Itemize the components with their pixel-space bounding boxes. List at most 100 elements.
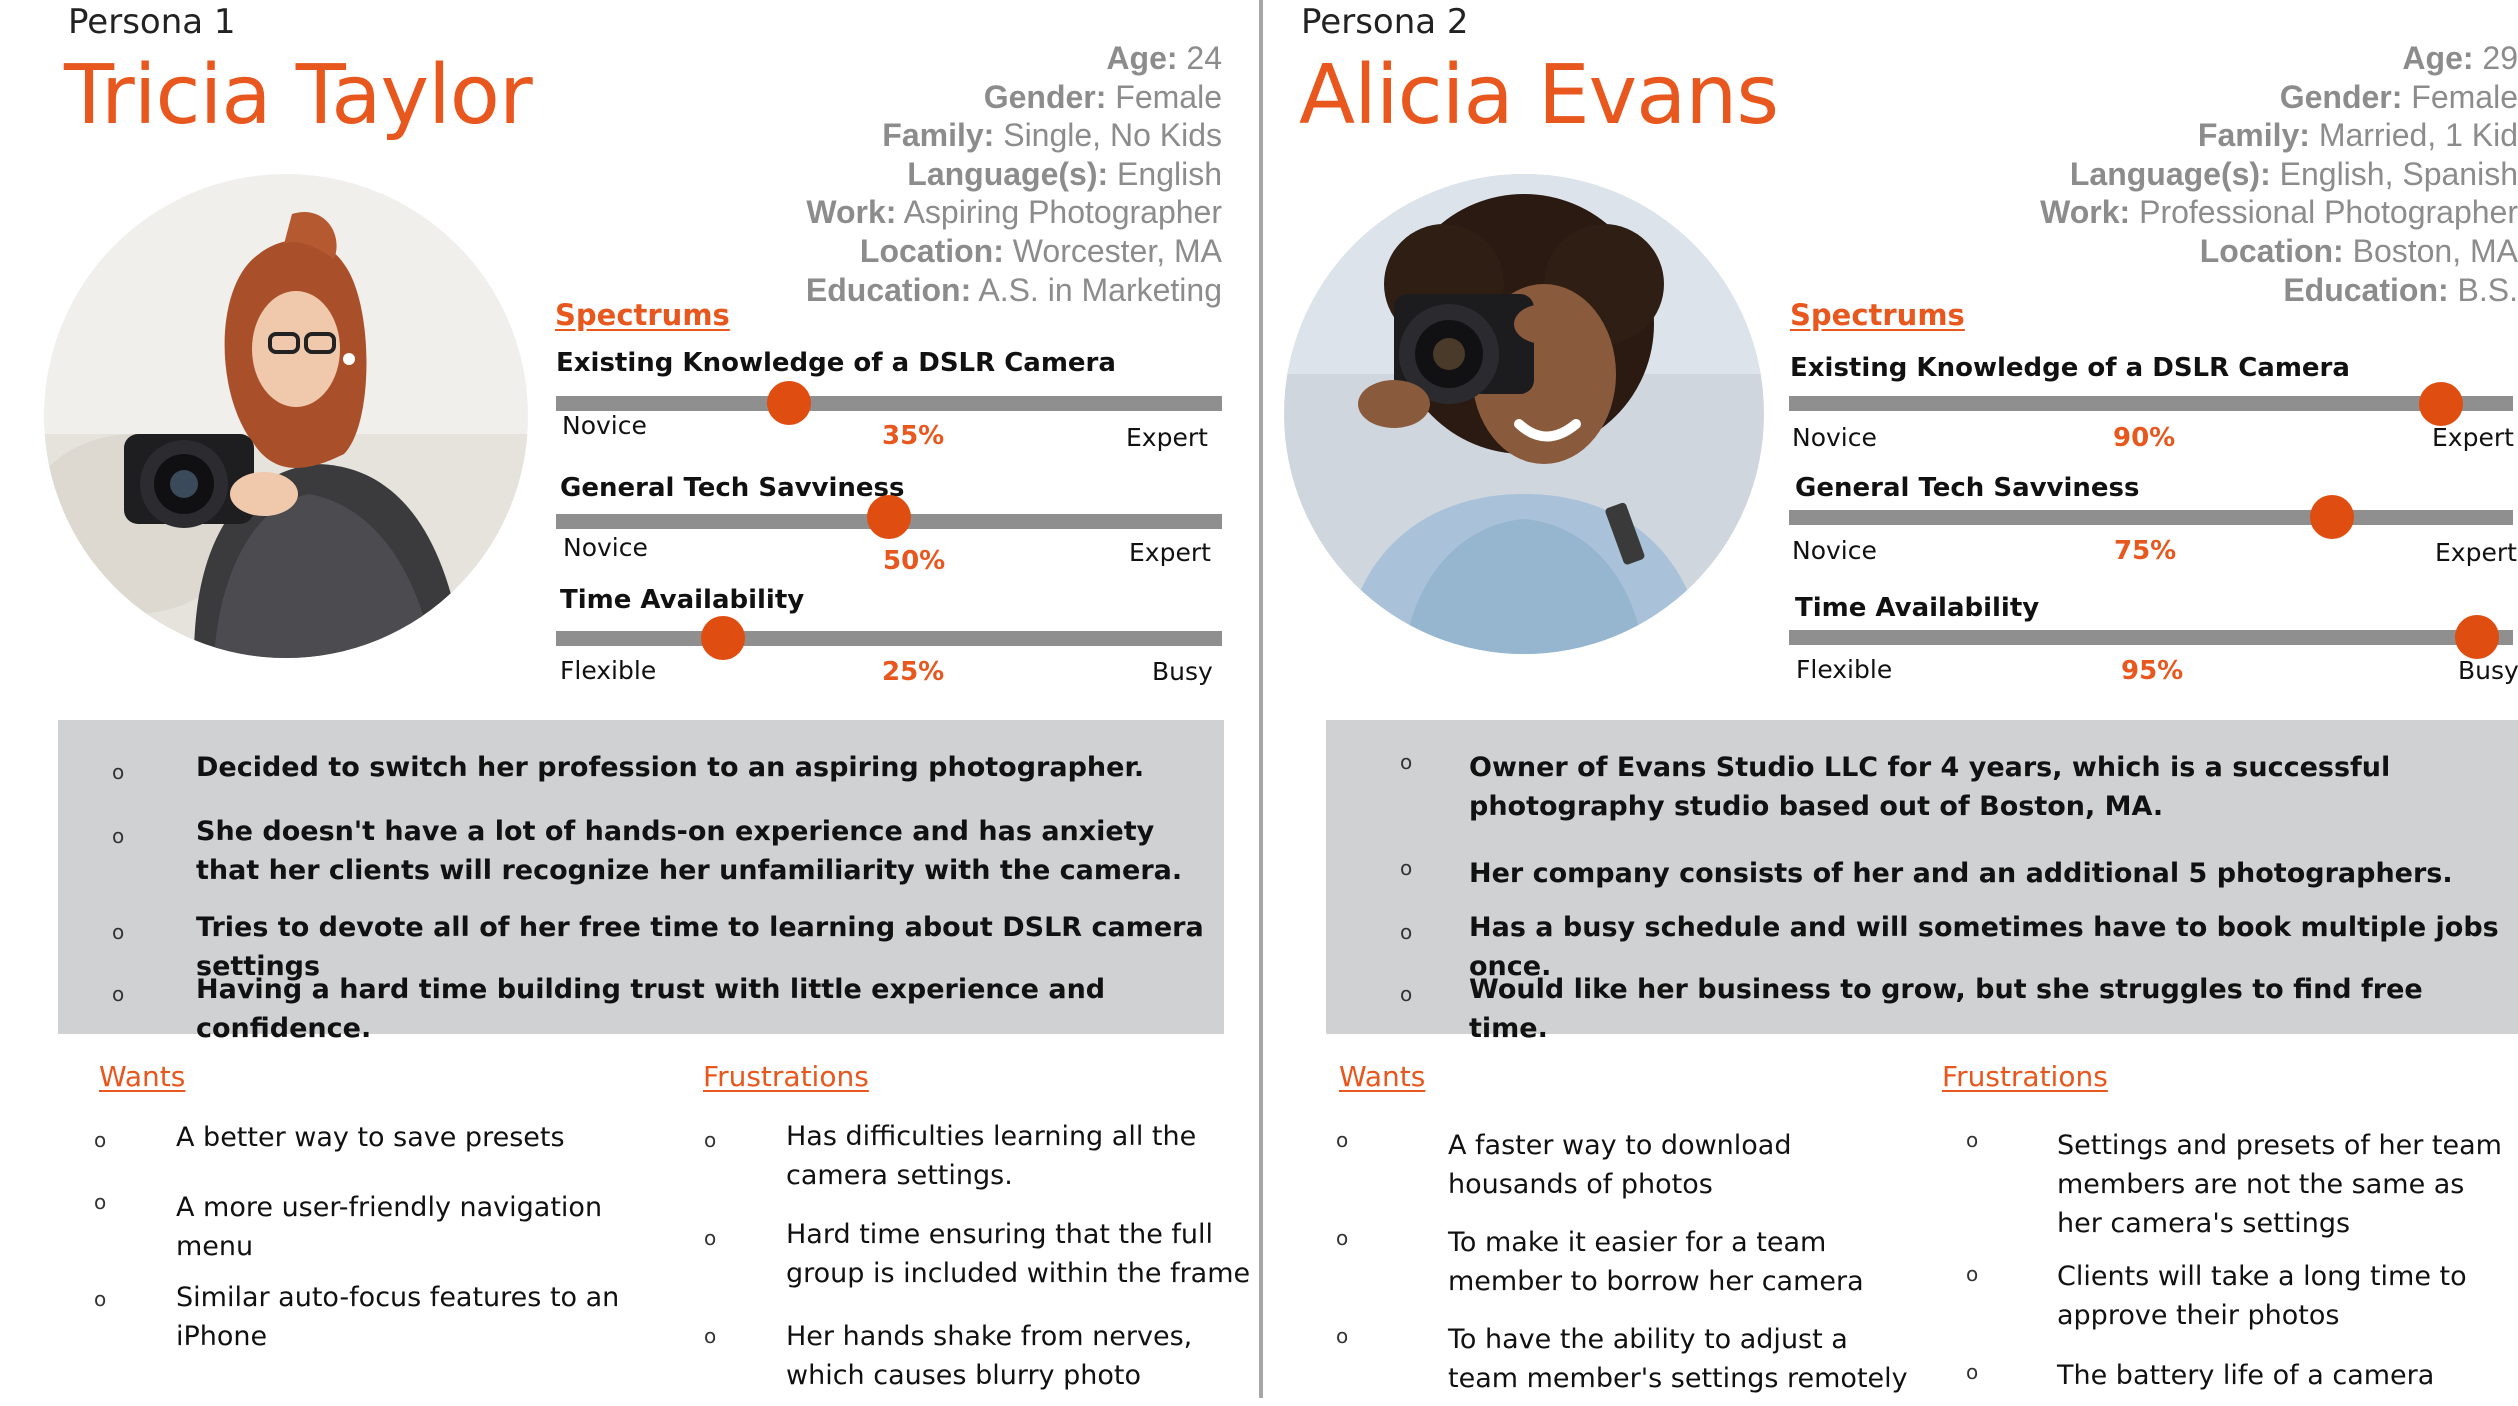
bullet-icon: o [112, 824, 125, 848]
bullet-icon: o [1336, 1128, 1349, 1152]
attr-language: Language(s): English, Spanish [2069, 155, 2518, 192]
want-item: A better way to save presets [176, 1122, 565, 1153]
spectrum-percent: 95% [2121, 656, 2184, 686]
spectrum-track [556, 631, 1222, 646]
frustration-item: Hard time ensuring that the full group i… [786, 1219, 1251, 1289]
frustrations-title: Frustrations [703, 1060, 869, 1093]
spectrum-percent: 50% [883, 546, 946, 576]
bullet-icon: o [1966, 1128, 1979, 1152]
bullet-icon: o [1400, 920, 1413, 944]
frustration-item: Clients will take a long time to approve… [2057, 1261, 2467, 1331]
bullet-icon: o [1966, 1262, 1979, 1286]
bullet-icon: o [112, 920, 125, 944]
wants-title: Wants [1339, 1060, 1426, 1093]
bullet-icon: o [704, 1226, 717, 1250]
spectrum-knob[interactable] [2454, 615, 2499, 659]
attr-language: Language(s): English [907, 155, 1222, 192]
attr-age: Age: 24 [1106, 40, 1222, 76]
spectrum-max-label: Expert [2435, 538, 2517, 567]
bullet-icon: o [112, 760, 125, 784]
spectrum-track [1789, 396, 2513, 411]
bio-item: Owner of Evans Studio LLC for 4 years, w… [1469, 752, 2391, 822]
bio-item: Decided to switch her profession to an a… [196, 752, 1145, 783]
spectrum-percent: 35% [882, 421, 945, 451]
bullet-icon: o [94, 1190, 107, 1214]
spectrum-label: Existing Knowledge of a DSLR Camera [1790, 353, 2350, 383]
bullet-icon: o [94, 1287, 107, 1311]
frustration-item: Her hands shake from nerves, which cause… [786, 1321, 1193, 1391]
spectrum-knob[interactable] [2310, 495, 2354, 539]
attr-family: Family: Married, 1 Kid [2197, 117, 2518, 154]
spectrum-max-label: Busy [1152, 657, 1213, 686]
spectrum-percent: 25% [882, 657, 945, 687]
spectrum-knob[interactable] [2418, 382, 2463, 426]
persona-card-2: Persona 2 Alicia Evans Age: 29 Gender: F… [1268, 0, 2518, 1406]
attr-work: Work: Professional Photographer [2040, 194, 2518, 231]
bullet-icon: o [1966, 1360, 1979, 1384]
spectrum-min-label: Flexible [1796, 655, 1893, 684]
persona-name: Tricia Taylor [64, 48, 533, 143]
persona-label: Persona 2 [1301, 2, 1469, 42]
spectrum-max-label: Expert [1129, 538, 1211, 567]
spectrum-min-label: Novice [563, 533, 648, 562]
attr-gender: Gender: Female [2279, 78, 2518, 115]
bullet-icon: o [112, 982, 125, 1006]
spectrum-knob[interactable] [767, 381, 812, 425]
bullet-icon: o [1336, 1226, 1349, 1250]
demographics: Age: 24 Gender: Female Family: Single, N… [522, 39, 1222, 309]
frustration-item: Settings and presets of her team members… [2057, 1130, 2502, 1239]
spectrum-percent: 75% [2114, 536, 2177, 566]
bio-panel: o Owner of Evans Studio LLC for 4 years,… [1326, 720, 2518, 1044]
bullet-icon: o [704, 1128, 717, 1152]
demographics: Age: 29 Gender: Female Family: Married, … [1758, 39, 2518, 309]
attr-location: Location: Boston, MA [2199, 232, 2518, 269]
spectrum-max-label: Expert [1126, 423, 1208, 452]
attr-family: Family: Single, No Kids [882, 117, 1222, 154]
spectrum-knob[interactable] [867, 495, 911, 539]
want-item: To make it easier for a team member to b… [1448, 1227, 1864, 1297]
spectrum-label: General Tech Savviness [560, 473, 905, 503]
persona-photo [1284, 174, 1764, 654]
bullet-icon: o [704, 1324, 717, 1348]
persona-card-1: Persona 1 Tricia Taylor Age: 24 Gender: … [0, 0, 1250, 1406]
bullet-icon: o [1400, 982, 1413, 1006]
bullet-icon: o [1336, 1324, 1349, 1348]
spectrum-max-label: Expert [2432, 423, 2514, 452]
want-item: Similar auto-focus features to an iPhone [176, 1282, 620, 1352]
spectrum-percent: 90% [2113, 423, 2176, 453]
frustrations-title: Frustrations [1942, 1060, 2108, 1093]
frustration-item: The battery life of a camera [2057, 1360, 2435, 1391]
bio-item: Her company consists of her and an addit… [1469, 858, 2453, 889]
bio-item: Would like her business to grow, but she… [1469, 974, 2423, 1044]
spectrum-label: Time Availability [1795, 593, 2040, 623]
photographer-illustration [44, 174, 528, 658]
persona-photo [44, 174, 528, 658]
attr-gender: Gender: Female [983, 78, 1222, 115]
bullet-icon: o [1400, 750, 1413, 774]
attr-location: Location: Worcester, MA [859, 232, 1222, 269]
spectrum-track [1789, 630, 2513, 645]
spectrum-min-label: Flexible [560, 656, 657, 685]
want-item: To have the ability to adjust a team mem… [1448, 1324, 1908, 1394]
bullet-icon: o [94, 1128, 107, 1152]
spectrum-track [556, 396, 1222, 411]
spectrum-min-label: Novice [562, 411, 647, 440]
spectrum-knob[interactable] [700, 616, 745, 660]
spectrum-label: Time Availability [560, 585, 805, 615]
bio-item: Having a hard time building trust with l… [196, 974, 1106, 1044]
persona-name: Alicia Evans [1299, 48, 1779, 143]
spectrum-max-label: Busy [2458, 656, 2518, 685]
attr-work: Work: Aspiring Photographer [806, 194, 1222, 231]
persona-divider [1259, 0, 1263, 1398]
photographer-illustration [1284, 174, 1764, 654]
persona-label: Persona 1 [68, 2, 236, 42]
spectrum-min-label: Novice [1792, 536, 1877, 565]
wants-title: Wants [99, 1060, 186, 1093]
spectrums-title: Spectrums [555, 298, 730, 332]
bullet-icon: o [1400, 856, 1413, 880]
spectrum-label: General Tech Savviness [1795, 473, 2140, 503]
bio-panel: o Decided to switch her profession to an… [58, 720, 1224, 1044]
frustration-item: Has difficulties learning all the camera… [786, 1121, 1197, 1191]
spectrum-label: Existing Knowledge of a DSLR Camera [556, 348, 1116, 378]
want-item: A more user-friendly navigation menu [176, 1192, 603, 1262]
